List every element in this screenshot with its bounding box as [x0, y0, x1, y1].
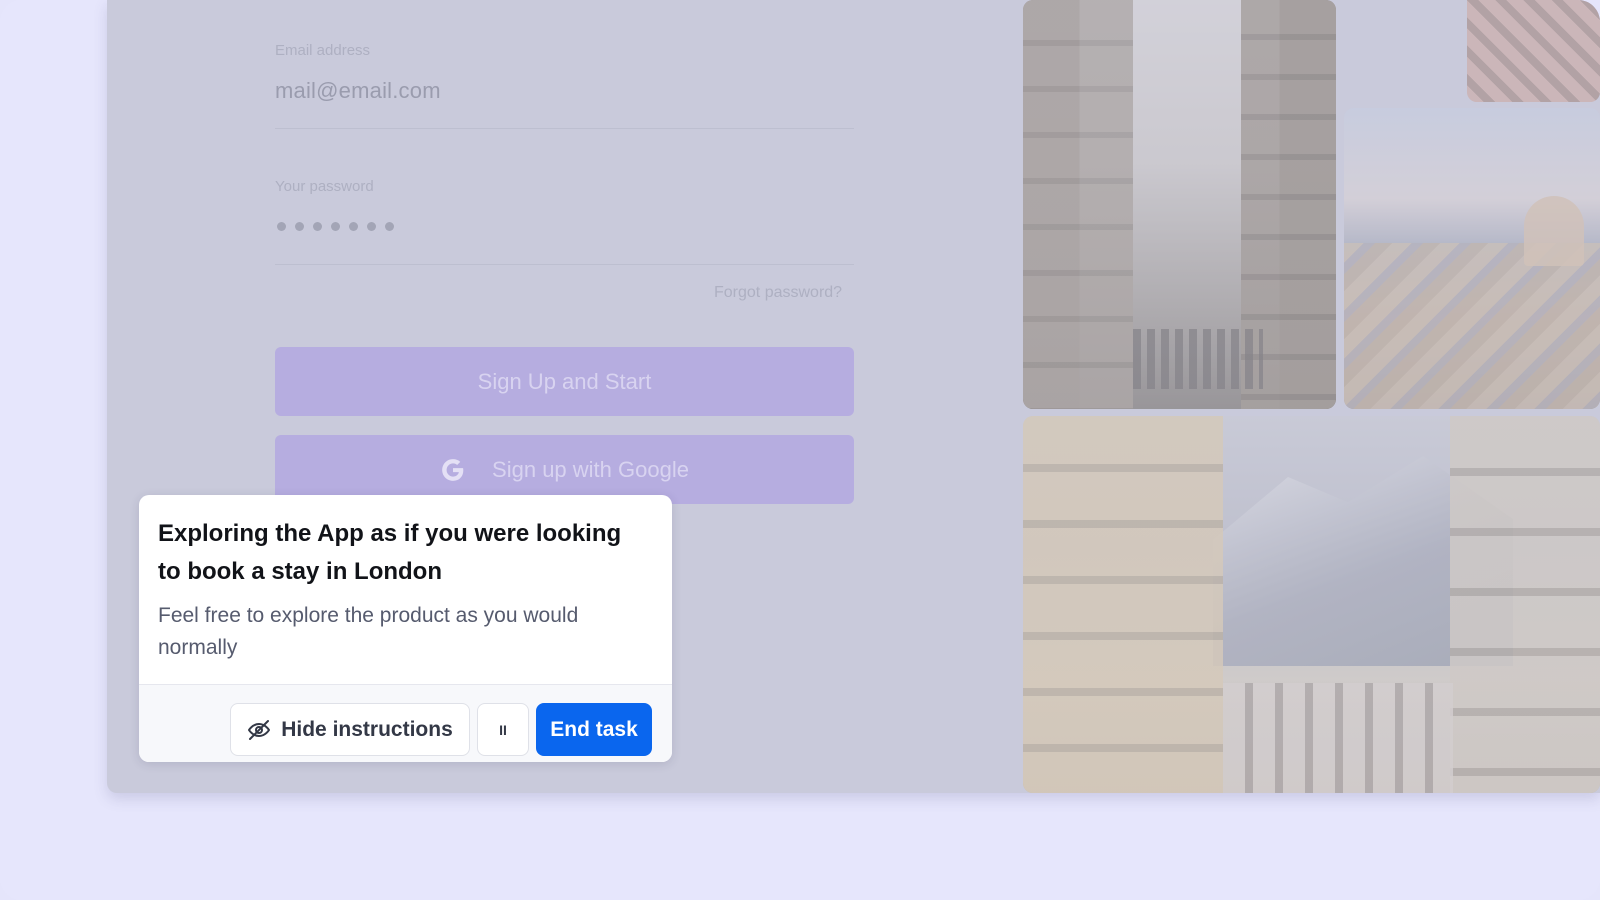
signup-button[interactable]: Sign Up and Start [275, 347, 854, 416]
instruction-title: Exploring the App as if you were looking… [158, 520, 622, 585]
end-task-button[interactable]: End task [536, 703, 652, 756]
rooftop-photo [1467, 0, 1600, 102]
screen-frame: Email address mail@email.com Your passwo… [0, 0, 1600, 900]
pause-button[interactable]: II [477, 703, 529, 756]
hide-instructions-button[interactable]: Hide instructions [230, 703, 470, 756]
password-label: Your password [275, 178, 374, 195]
email-underline [275, 128, 854, 129]
instruction-card: Exploring the App as if you were looking… [139, 495, 672, 762]
signup-button-label: Sign Up and Start [477, 368, 652, 394]
eye-off-icon [248, 719, 271, 740]
google-signup-button[interactable]: Sign up with Google [275, 435, 854, 504]
email-label: Email address [275, 42, 371, 59]
google-g-icon [442, 458, 464, 481]
pause-icon: II [499, 721, 507, 738]
end-task-label: End task [550, 717, 638, 741]
email-field[interactable]: mail@email.com [275, 78, 441, 104]
password-underline [275, 264, 854, 265]
alley-mountain-photo [1023, 416, 1600, 793]
google-button-label: Sign up with Google [492, 456, 689, 482]
street-photo [1023, 0, 1336, 409]
instruction-body: Feel free to explore the product as you … [158, 604, 579, 659]
forgot-password-link[interactable]: Forgot password? [714, 284, 842, 302]
cityscape-photo [1344, 108, 1600, 409]
password-field[interactable] [277, 222, 394, 231]
hide-instructions-label: Hide instructions [281, 717, 453, 741]
